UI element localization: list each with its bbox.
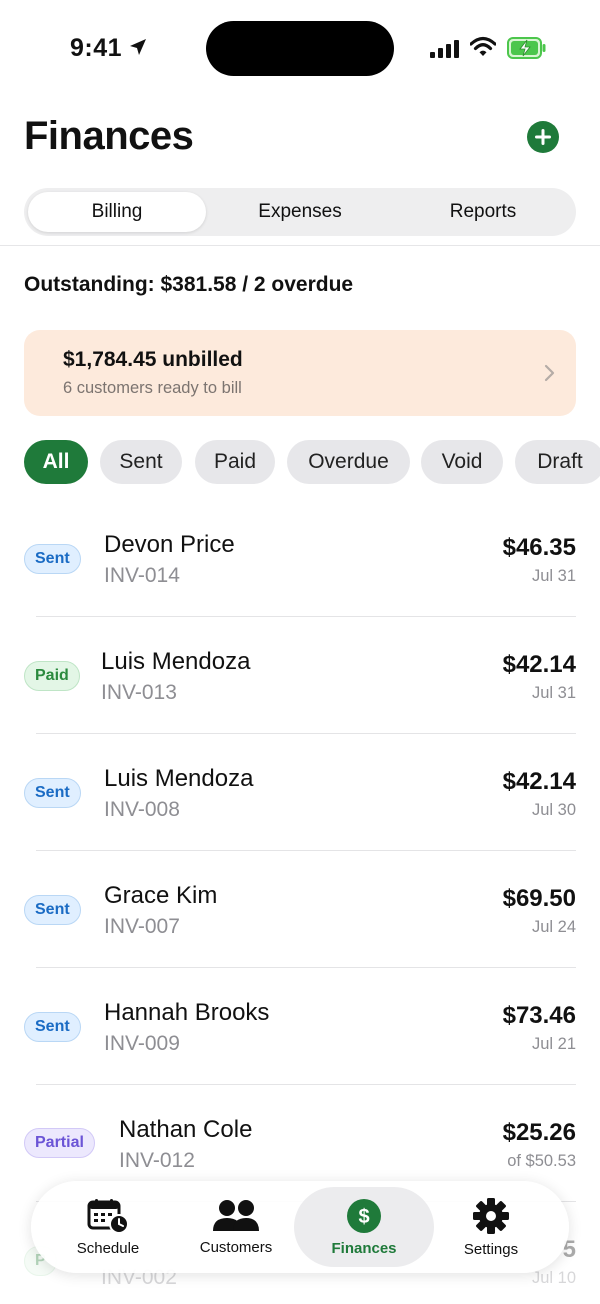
invoice-amount: $42.14	[502, 651, 576, 678]
tab-label: Settings	[463, 1240, 519, 1258]
segment-billing[interactable]: Billing	[28, 192, 206, 232]
status-time: 9:41	[70, 34, 123, 62]
segment-reports[interactable]: Reports	[394, 192, 572, 232]
users-icon	[213, 1199, 259, 1231]
segment-expenses[interactable]: Expenses	[208, 192, 392, 232]
gear-icon	[473, 1197, 509, 1234]
filter-all[interactable]: All	[24, 440, 88, 484]
plus-icon	[535, 129, 551, 145]
battery-charging-icon	[507, 37, 546, 59]
segmented-control: Billing Expenses Reports	[24, 188, 576, 236]
invoice-customer: Nathan Cole	[119, 1116, 253, 1143]
invoice-amount: $25.26	[502, 1119, 576, 1146]
status-badge: Sent	[24, 1012, 81, 1042]
tab-customers[interactable]: Customers	[181, 1181, 291, 1273]
invoice-date: Jul 31	[531, 684, 576, 702]
invoice-customer: Devon Price	[104, 531, 235, 558]
header-divider	[0, 245, 600, 246]
invoice-number: INV-008	[104, 798, 180, 821]
invoice-customer: Luis Mendoza	[101, 648, 251, 675]
dynamic-island	[206, 21, 394, 76]
unbilled-subtitle: 6 customers ready to bill	[63, 379, 242, 397]
filter-sent[interactable]: Sent	[100, 440, 182, 484]
invoice-number: INV-014	[104, 564, 180, 587]
status-badge: Sent	[24, 895, 81, 925]
dollar-icon: $	[347, 1198, 381, 1233]
invoice-row[interactable]: Sent Hannah Brooks INV-009 $73.46 Jul 21	[0, 968, 600, 1085]
tab-label: Schedule	[76, 1239, 140, 1257]
tab-bar: Schedule Customers $ Finances Settings	[31, 1181, 569, 1273]
unbilled-amount: $1,784.45 unbilled	[63, 348, 243, 371]
invoice-amount: $69.50	[502, 885, 576, 912]
chevron-right-icon	[544, 364, 555, 382]
invoice-date: Jul 24	[531, 918, 576, 936]
tab-finances[interactable]: $ Finances	[294, 1187, 434, 1267]
status-badge: Partial	[24, 1128, 95, 1158]
status-badge: Paid	[24, 661, 80, 691]
tab-schedule[interactable]: Schedule	[53, 1181, 163, 1273]
filter-chips: All Sent Paid Overdue Void Draft	[24, 440, 600, 484]
outstanding-summary: Outstanding: $381.58 / 2 overdue	[24, 273, 354, 296]
tab-label: Customers	[199, 1238, 273, 1256]
filter-void[interactable]: Void	[421, 440, 503, 484]
calendar-clock-icon	[87, 1198, 129, 1234]
invoice-date: Jul 31	[531, 567, 576, 585]
invoice-date: Jul 30	[531, 801, 576, 819]
status-badge: Sent	[24, 544, 81, 574]
location-arrow-icon	[130, 39, 146, 55]
invoice-row[interactable]: Sent Luis Mendoza INV-008 $42.14 Jul 30	[0, 734, 600, 851]
invoice-customer: Luis Mendoza	[104, 765, 254, 792]
filter-overdue[interactable]: Overdue	[287, 440, 410, 484]
status-bar: 9:41	[0, 0, 600, 96]
invoice-number: INV-009	[104, 1032, 180, 1055]
filter-paid[interactable]: Paid	[195, 440, 275, 484]
invoice-number: INV-012	[119, 1149, 195, 1172]
invoice-amount: $73.46	[502, 1002, 576, 1029]
unbilled-card[interactable]: $1,784.45 unbilled 6 customers ready to …	[24, 330, 576, 416]
invoice-row[interactable]: Sent Devon Price INV-014 $46.35 Jul 31	[0, 500, 600, 617]
signal-icon	[430, 40, 459, 58]
status-badge: Sent	[24, 778, 81, 808]
invoice-amount: $42.14	[502, 768, 576, 795]
invoice-customer: Grace Kim	[104, 882, 218, 909]
invoice-number: INV-013	[101, 681, 177, 704]
invoice-customer: Hannah Brooks	[104, 999, 270, 1026]
page-title: Finances	[24, 114, 194, 158]
invoice-partial-total: of $50.53	[507, 1152, 576, 1170]
invoice-row[interactable]: Paid Luis Mendoza INV-013 $42.14 Jul 31	[0, 617, 600, 734]
wifi-icon	[470, 36, 496, 56]
invoice-row[interactable]: Sent Grace Kim INV-007 $69.50 Jul 24	[0, 851, 600, 968]
svg-text:$: $	[358, 1206, 369, 1228]
tab-label: Finances	[331, 1239, 397, 1257]
invoice-number: INV-007	[104, 915, 180, 938]
tab-settings[interactable]: Settings	[436, 1181, 546, 1273]
filter-draft[interactable]: Draft	[515, 440, 600, 484]
add-button[interactable]	[527, 121, 559, 153]
invoice-amount: $46.35	[502, 534, 576, 561]
invoice-date: Jul 21	[531, 1035, 576, 1053]
